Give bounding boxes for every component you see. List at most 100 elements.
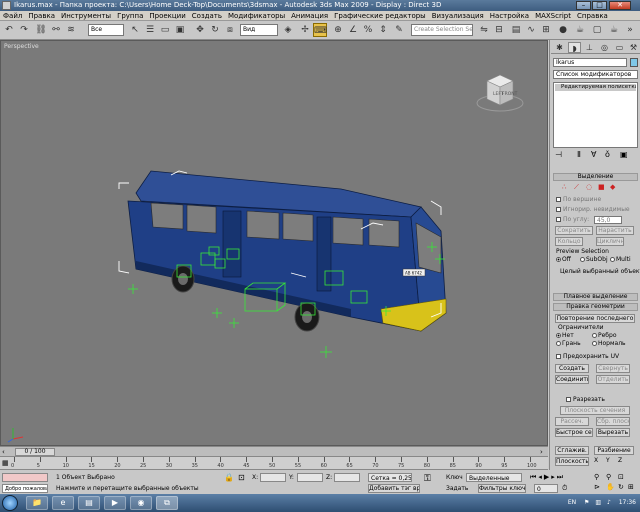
orbit-icon[interactable]: ↻	[618, 483, 624, 491]
set-key-label[interactable]: Задать	[446, 484, 468, 493]
menu-graph-editors[interactable]: Графические редакторы	[331, 11, 429, 20]
planar-y-button[interactable]: Y	[606, 457, 610, 465]
constraint-none-radio[interactable]: Нет	[556, 332, 574, 340]
start-button[interactable]	[2, 495, 18, 511]
tessellate-button[interactable]: Разбиение	[594, 446, 634, 455]
select-rotate-icon[interactable]: ↻	[208, 23, 222, 37]
by-vertex-checkbox[interactable]: По вершине	[556, 196, 601, 204]
loop-button[interactable]: Цикличн.	[596, 237, 624, 246]
create-button[interactable]: Создать	[555, 364, 589, 373]
pan-icon[interactable]: ✋	[606, 483, 615, 491]
auto-key-label[interactable]: Ключ	[446, 473, 463, 482]
perspective-viewport[interactable]: Perspective LEFT FRONT AB 6742	[0, 40, 548, 446]
taskbar-ie-icon[interactable]: e	[52, 496, 74, 510]
menu-views[interactable]: Проекции	[146, 11, 188, 20]
menu-modifiers[interactable]: Модификаторы	[225, 11, 288, 20]
maximize-button[interactable]: □	[592, 1, 607, 10]
quickslice-button[interactable]: Быстрое сечен.	[555, 428, 593, 437]
track-bar[interactable]: ▦ 0 5 10 15 20 25 30 35 40 45 50 55 60 65 70 75 80 85 90 95…	[0, 456, 548, 470]
fov-icon[interactable]: ⊳	[594, 483, 600, 491]
repeat-last-button[interactable]: Повторение последнего	[555, 314, 635, 323]
taskbar-folder-icon[interactable]: ▤	[78, 496, 100, 510]
constraint-face-radio[interactable]: Грань	[556, 340, 581, 348]
make-planar-button[interactable]: Плоскость	[555, 457, 589, 466]
soft-selection-rollout-header[interactable]: Плавное выделение	[553, 293, 638, 301]
align-icon[interactable]: ⊟	[492, 23, 506, 37]
slice-section-button[interactable]: Плоскость сечения	[560, 406, 630, 415]
curve-editor-icon[interactable]: ∿	[524, 23, 538, 37]
cut-button[interactable]: Вырезать	[596, 428, 630, 437]
border-icon[interactable]: ◌	[586, 183, 592, 191]
toolbar-expand-icon[interactable]: »	[623, 23, 637, 37]
maxscript-listener-mini[interactable]	[2, 473, 48, 482]
x-coord-field[interactable]	[260, 473, 286, 482]
msmooth-button[interactable]: Сглажив.	[555, 446, 589, 455]
edge-icon[interactable]: ⟋	[574, 183, 579, 192]
attach-button[interactable]: Соединить	[555, 375, 589, 384]
close-button[interactable]: ✕	[609, 1, 631, 10]
utilities-tab-icon[interactable]: ⚒	[627, 42, 640, 53]
render-production-icon[interactable]: ☕	[607, 23, 621, 37]
stack-item-editable-poly[interactable]: Редактируемая полисетка	[555, 84, 636, 91]
time-config-icon[interactable]: ⏱	[562, 484, 567, 493]
current-frame-field[interactable]: 0	[534, 484, 558, 493]
display-tab-icon[interactable]: ▭	[613, 42, 626, 53]
hierarchy-tab-icon[interactable]: ⊥	[583, 42, 596, 53]
snaps-toggle-icon[interactable]: ⊕	[331, 23, 345, 37]
add-time-tag-button[interactable]: Добавить тэг врем	[368, 484, 420, 493]
taskbar-3dsmax-icon[interactable]: ⧉	[156, 496, 178, 510]
pin-stack-icon[interactable]: ⊣	[555, 150, 562, 159]
rect-region-icon[interactable]: ▭	[158, 23, 172, 37]
select-object-icon[interactable]: ↖	[128, 23, 142, 37]
configure-sets-icon[interactable]: ▣	[620, 150, 628, 159]
taskbar-media-icon[interactable]: ▶	[104, 496, 126, 510]
menu-help[interactable]: Справка	[574, 11, 611, 20]
edit-geometry-rollout-header[interactable]: Правка геометрии	[553, 303, 638, 311]
ring-button[interactable]: Кольцо	[555, 237, 583, 246]
key-filters-button[interactable]: Фильтры ключей	[478, 484, 526, 493]
motion-tab-icon[interactable]: ◎	[598, 42, 611, 53]
menu-customize[interactable]: Настройка	[487, 11, 532, 20]
maxscript-status[interactable]: Добро пожаловать в MAXScript	[2, 484, 48, 493]
3dsmax-app-icon[interactable]	[2, 1, 11, 10]
edit-named-selection-icon[interactable]: ✎	[392, 23, 406, 37]
taskbar-app-icon[interactable]: ◉	[130, 496, 152, 510]
object-name-field[interactable]: Ikarus	[553, 58, 627, 67]
bus-model[interactable]: AB 6742	[1, 41, 549, 447]
named-selection-dropdown[interactable]: Create Selection Set	[411, 24, 473, 36]
mirror-icon[interactable]: ⇋	[477, 23, 491, 37]
vertex-icon[interactable]: ∴	[562, 183, 566, 191]
modifier-list-dropdown[interactable]: Список модификаторов	[553, 70, 638, 79]
pivot-center-icon[interactable]: ◈	[281, 23, 295, 37]
absolute-mode-icon[interactable]: ⊡	[238, 473, 245, 482]
time-slider-prev-icon[interactable]: ‹	[2, 448, 5, 456]
modify-tab-icon[interactable]: ◗	[568, 42, 581, 53]
menu-maxscript[interactable]: MAXScript	[532, 11, 574, 20]
create-tab-icon[interactable]: ✱	[553, 42, 566, 53]
spinner-snap-icon[interactable]: ⇕	[376, 23, 390, 37]
key-filter-dropdown[interactable]: Выделенные	[466, 473, 522, 482]
menu-tools[interactable]: Инструменты	[58, 11, 114, 20]
by-angle-checkbox[interactable]: По углу:	[556, 216, 589, 224]
unlink-icon[interactable]: ⚯	[49, 23, 63, 37]
slice-button[interactable]: Рассеч.	[555, 417, 589, 426]
material-editor-icon[interactable]: ●	[556, 23, 570, 37]
preview-off-radio[interactable]: Off	[556, 256, 571, 264]
maximize-viewport-icon[interactable]: ⊞	[628, 483, 634, 491]
ref-coord-dropdown[interactable]: Вид	[240, 24, 278, 36]
manipulate-icon[interactable]: ✢	[298, 23, 312, 37]
select-by-name-icon[interactable]: ☰	[143, 23, 157, 37]
lock-selection-icon[interactable]: 🔒	[224, 473, 234, 482]
language-indicator[interactable]: EN	[568, 499, 576, 506]
remove-modifier-icon[interactable]: ǒ	[605, 150, 610, 159]
y-coord-field[interactable]	[297, 473, 323, 482]
grow-button[interactable]: Нарастить	[596, 226, 634, 235]
layer-manager-icon[interactable]: ▤	[509, 23, 523, 37]
tray-flag-icon[interactable]: ⚑	[584, 499, 589, 506]
shrink-button[interactable]: Сократить	[555, 226, 593, 235]
keyboard-shortcut-override-icon[interactable]: ⌨	[313, 23, 327, 37]
make-unique-icon[interactable]: ∀	[591, 150, 596, 159]
rendered-frame-icon[interactable]: ▢	[590, 23, 604, 37]
tray-volume-icon[interactable]: ♪	[607, 499, 611, 506]
show-end-result-icon[interactable]: Ⅱ	[577, 150, 581, 159]
